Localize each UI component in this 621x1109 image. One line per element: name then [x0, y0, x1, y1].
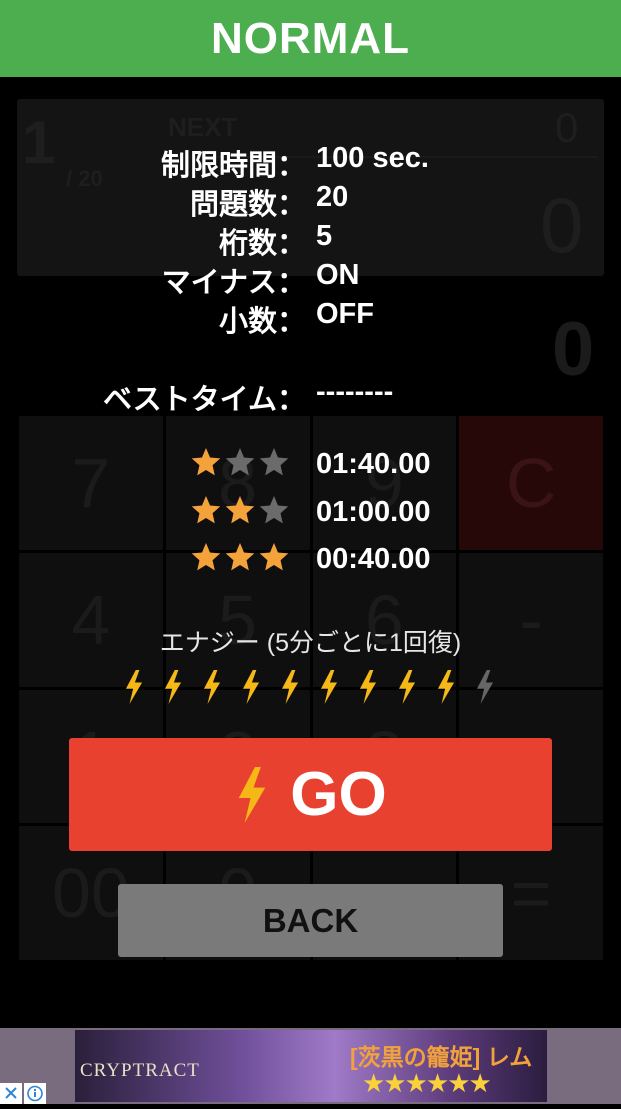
setting-label: 小数：: [218, 306, 306, 338]
star-empty-icon: [259, 496, 289, 524]
rank-time: 01:40.00: [316, 448, 431, 480]
back-button-label: BACK: [262, 901, 359, 939]
ad-stars: ★★★★★★: [362, 1068, 492, 1098]
energy-bolt-icon: [281, 670, 299, 704]
energy-bolt-icon: [203, 670, 221, 704]
back-button[interactable]: BACK: [118, 884, 503, 957]
setting-time-limit: 制限時間： 100 sec.: [0, 142, 621, 182]
star-filled-icon: [191, 543, 221, 571]
rank-stars: [190, 541, 290, 573]
rank-row-2: 01:00.00: [190, 494, 450, 534]
rank-stars: [190, 494, 290, 526]
calc-key: 7: [19, 416, 163, 550]
setting-label: 制限時間：: [160, 150, 306, 182]
setting-label: 桁数：: [218, 228, 306, 260]
best-time: ベストタイム： --------: [0, 376, 621, 416]
calc-key: 4: [19, 552, 163, 687]
setting-value: ON: [316, 259, 360, 291]
star-filled-icon: [225, 496, 255, 524]
rank-time: 01:00.00: [316, 496, 431, 528]
setting-decimal: 小数： OFF: [0, 298, 621, 338]
go-button-label: GO: [290, 760, 387, 829]
setting-value: 20: [316, 181, 349, 213]
star-empty-icon: [259, 448, 289, 476]
ad-close-icon[interactable]: [0, 1083, 22, 1104]
star-filled-icon: [259, 543, 289, 571]
mode-title: NORMAL: [210, 13, 411, 63]
setting-minus: マイナス： ON: [0, 259, 621, 299]
ad-title: [茨黒の籠姫] レム: [350, 1044, 533, 1070]
energy-bolt-icon: [164, 670, 182, 704]
ad-info-icon[interactable]: [24, 1083, 46, 1104]
energy-bolt-empty-icon: [476, 670, 494, 704]
energy-bolt-icon: [242, 670, 260, 704]
star-empty-icon: [225, 448, 255, 476]
go-button[interactable]: GO: [69, 738, 552, 851]
rank-row-1: 01:40.00: [190, 446, 450, 486]
calc-next-label: NEXT: [168, 112, 238, 142]
setting-value: OFF: [316, 298, 374, 330]
mode-header: NORMAL: [0, 0, 621, 77]
rank-stars: [190, 446, 290, 478]
setting-value: 100 sec.: [316, 142, 429, 174]
best-time-value: --------: [316, 376, 394, 408]
best-time-label: ベストタイム：: [102, 384, 306, 416]
rank-row-3: 00:40.00: [190, 541, 450, 581]
energy-bolt-icon: [359, 670, 377, 704]
setting-question-count: 問題数： 20: [0, 181, 621, 221]
energy-bolt-icon: [437, 670, 455, 704]
setting-digits: 桁数： 5: [0, 220, 621, 260]
star-filled-icon: [225, 543, 255, 571]
setting-label: マイナス：: [161, 267, 306, 299]
energy-label: エナジー (5分ごとに1回復): [159, 629, 462, 657]
energy-bolt-icon: [398, 670, 416, 704]
energy-bolt-icon: [320, 670, 338, 704]
rank-time: 00:40.00: [316, 543, 431, 575]
energy-meter: [121, 670, 498, 704]
setting-label: 問題数：: [189, 189, 306, 221]
calc-key: C: [459, 416, 603, 550]
energy-bolt-icon: [125, 670, 143, 704]
star-filled-icon: [191, 496, 221, 524]
calc-key: -: [459, 552, 603, 687]
setting-value: 5: [316, 220, 333, 252]
star-filled-icon: [191, 448, 221, 476]
ad-brand: CRYPTRACT: [80, 1060, 200, 1081]
energy-bolt-icon: [239, 766, 266, 823]
